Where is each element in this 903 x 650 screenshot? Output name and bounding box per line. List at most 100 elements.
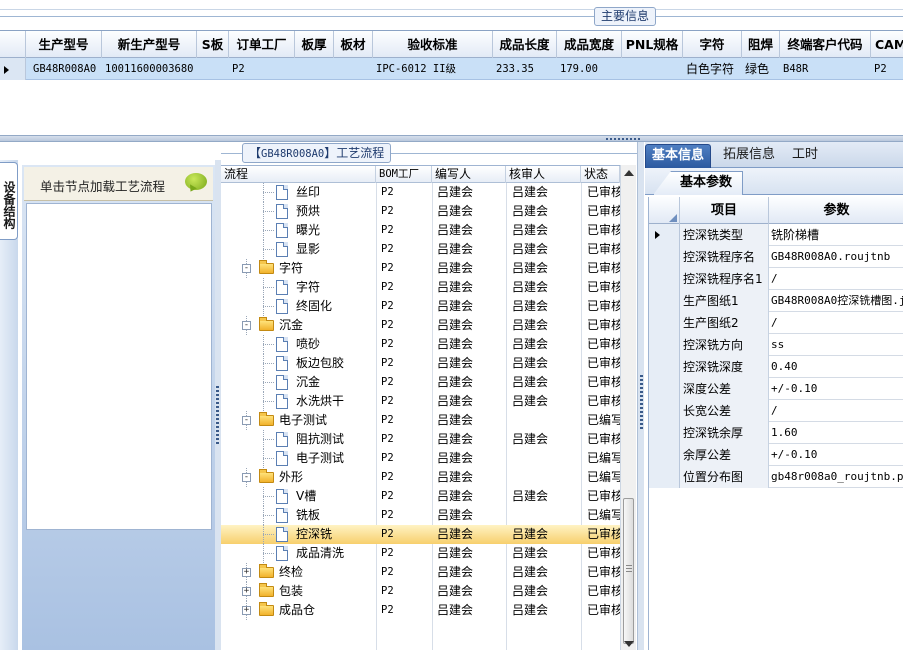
tree-scrollbar[interactable] <box>620 165 636 650</box>
col-header[interactable]: 流程 <box>221 166 376 183</box>
param-row[interactable]: 生产图纸2/ <box>649 312 903 334</box>
tree-step-row[interactable]: 字符 P2 吕建会 吕建会 已审核 <box>221 278 620 297</box>
param-row[interactable]: 控深铣余厚 1.60 <box>649 422 903 444</box>
col-header[interactable]: 成品长度 <box>493 31 557 58</box>
cell[interactable]: 绿色 <box>742 58 780 80</box>
cell[interactable]: 233.35 <box>493 58 557 80</box>
param-value[interactable]: 0.40 <box>769 356 903 378</box>
cell[interactable]: IPC-6012 II级 <box>373 58 493 80</box>
cell[interactable]: 179.00 <box>557 58 622 80</box>
tree-folder-row[interactable]: + 终检 P2 吕建会 吕建会 已审核 <box>221 563 620 582</box>
tree-folder-row[interactable]: + 包装 P2 吕建会 吕建会 已审核 <box>221 582 620 601</box>
tab-work-hours[interactable]: 工时 <box>786 144 824 168</box>
cell[interactable]: GB48R008A0 <box>30 58 102 80</box>
param-value[interactable]: +/-0.10 <box>769 444 903 466</box>
collapse-icon[interactable]: - <box>242 264 251 273</box>
horizontal-splitter[interactable] <box>0 135 903 142</box>
right-splitter[interactable] <box>637 142 644 650</box>
tree-folder-row[interactable]: - 外形 P2 吕建会 已编写 <box>221 468 620 487</box>
param-row[interactable]: 控深铣程序名1/ <box>649 268 903 290</box>
tree-step-row[interactable]: 丝印 P2 吕建会 吕建会 已审核 <box>221 183 620 202</box>
scroll-down-icon[interactable] <box>624 641 634 647</box>
tree-step-row[interactable]: V槽 P2 吕建会 吕建会 已审核 <box>221 487 620 506</box>
col-header[interactable]: 编写人 <box>432 166 506 183</box>
col-header[interactable]: S板 <box>197 31 229 58</box>
col-header[interactable]: 状态 <box>581 166 620 183</box>
tab-extended-info[interactable]: 拓展信息 <box>717 144 781 168</box>
param-row[interactable]: 控深铣类型 铣阶梯槽 <box>649 224 903 246</box>
tree-step-row[interactable]: 电子测试 P2 吕建会 已编写 <box>221 449 620 468</box>
tree-step-row[interactable]: 曝光 P2 吕建会 吕建会 已审核 <box>221 221 620 240</box>
param-value[interactable]: 1.60 <box>769 422 903 444</box>
param-value[interactable]: GB48R008A0控深铣槽图.jpg <box>769 290 903 312</box>
col-header[interactable]: BOM工厂 <box>376 166 432 183</box>
param-row[interactable]: 深度公差 +/-0.10 <box>649 378 903 400</box>
collapse-icon[interactable]: - <box>242 416 251 425</box>
cell[interactable]: P2 <box>229 58 295 80</box>
col-header[interactable]: 阻焊 <box>742 31 780 58</box>
param-value[interactable]: GB48R008A0.roujtnb <box>769 246 903 268</box>
col-header[interactable]: PNL规格 <box>622 31 683 58</box>
col-header[interactable]: CAM工 <box>871 31 903 58</box>
collapse-icon[interactable]: - <box>242 473 251 482</box>
scroll-thumb[interactable] <box>623 498 634 644</box>
tree-step-row[interactable]: 显影 P2 吕建会 吕建会 已审核 <box>221 240 620 259</box>
expand-icon[interactable]: + <box>242 587 251 596</box>
tree-step-row[interactable]: 沉金 P2 吕建会 吕建会 已审核 <box>221 373 620 392</box>
tree-step-row[interactable]: 喷砂 P2 吕建会 吕建会 已审核 <box>221 335 620 354</box>
param-value[interactable]: / <box>769 400 903 422</box>
tree-step-row[interactable]: 铣板 P2 吕建会 已编写 <box>221 506 620 525</box>
tree-step-row[interactable]: 控深铣 P2 吕建会 吕建会 已审核 <box>221 525 620 544</box>
cell[interactable]: 10011600003680 <box>102 58 197 80</box>
table-row[interactable]: GB48R008A0 10011600003680 P2 IPC-6012 II… <box>0 58 903 80</box>
col-header[interactable]: 项目 <box>680 197 769 224</box>
col-header[interactable]: 字符 <box>683 31 742 58</box>
param-value[interactable]: gb48r008a0_roujtnb.pdf <box>769 466 903 488</box>
subtab-basic-params[interactable]: 基本参数 <box>653 171 744 195</box>
cell[interactable] <box>622 58 683 80</box>
col-header[interactable]: 新生产型号 <box>102 31 197 58</box>
expand-icon[interactable]: + <box>242 568 251 577</box>
col-header[interactable]: 生产型号 <box>26 31 102 58</box>
tab-basic-info[interactable]: 基本信息 <box>645 144 712 168</box>
param-value[interactable]: / <box>769 312 903 334</box>
splitter-grip-icon[interactable] <box>640 375 643 431</box>
param-value[interactable]: +/-0.10 <box>769 378 903 400</box>
cell[interactable]: P2 <box>871 58 903 80</box>
cell[interactable] <box>197 58 229 80</box>
collapse-icon[interactable]: - <box>242 321 251 330</box>
col-header[interactable]: 验收标准 <box>373 31 493 58</box>
col-header[interactable]: 成品宽度 <box>557 31 622 58</box>
param-value[interactable]: / <box>769 268 903 290</box>
tree-step-row[interactable]: 板边包胶 P2 吕建会 吕建会 已审核 <box>221 354 620 373</box>
param-row[interactable]: 生产图纸1GB48R008A0控深铣槽图.jpg <box>649 290 903 312</box>
cell[interactable]: 白色字符 <box>683 58 742 80</box>
col-header[interactable]: 终端客户代码 <box>780 31 871 58</box>
col-header[interactable]: 参数 <box>769 197 903 224</box>
tree-step-row[interactable]: 水洗烘干 P2 吕建会 吕建会 已审核 <box>221 392 620 411</box>
tree-folder-row[interactable]: - 电子测试 P2 吕建会 已编写 <box>221 411 620 430</box>
tree-folder-row[interactable]: - 字符 P2 吕建会 吕建会 已审核 <box>221 259 620 278</box>
cell[interactable]: B48R <box>780 58 871 80</box>
param-row[interactable]: 余厚公差 +/-0.10 <box>649 444 903 466</box>
scroll-up-icon[interactable] <box>624 170 634 176</box>
tree-folder-row[interactable]: - 沉金 P2 吕建会 吕建会 已审核 <box>221 316 620 335</box>
col-header[interactable]: 核审人 <box>506 166 581 183</box>
param-row[interactable]: 控深铣程序名 GB48R008A0.roujtnb <box>649 246 903 268</box>
param-row[interactable]: 长宽公差 / <box>649 400 903 422</box>
param-value[interactable]: ss <box>769 334 903 356</box>
cell[interactable] <box>295 58 334 80</box>
tree-step-row[interactable]: 成品清洗 P2 吕建会 吕建会 已审核 <box>221 544 620 563</box>
tree-step-row[interactable]: 终固化 P2 吕建会 吕建会 已审核 <box>221 297 620 316</box>
splitter-grip-icon[interactable] <box>216 386 219 446</box>
splitter-grip-icon[interactable] <box>606 138 642 140</box>
tree-folder-row[interactable]: + 成品仓 P2 吕建会 吕建会 已审核 <box>221 601 620 620</box>
col-header[interactable]: 板厚 <box>295 31 334 58</box>
param-row[interactable]: 位置分布图 gb48r008a0_roujtnb.pdf <box>649 466 903 488</box>
cell[interactable] <box>334 58 373 80</box>
param-value[interactable]: 铣阶梯槽 <box>769 224 903 246</box>
col-header[interactable]: 板材 <box>334 31 373 58</box>
col-header[interactable]: 订单工厂 <box>229 31 295 58</box>
expand-icon[interactable]: + <box>242 606 251 615</box>
tree-step-row[interactable]: 预烘 P2 吕建会 吕建会 已审核 <box>221 202 620 221</box>
